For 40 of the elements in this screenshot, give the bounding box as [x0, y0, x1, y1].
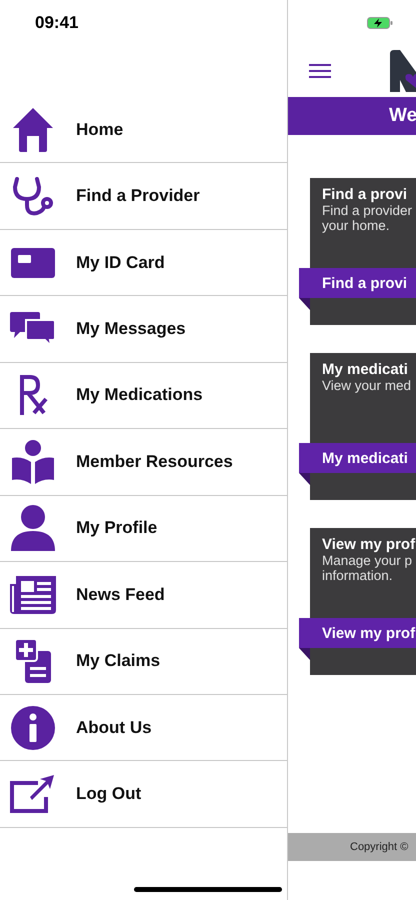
card-description: Manage your p — [322, 553, 414, 568]
ribbon-fold — [299, 473, 310, 485]
rx-icon — [18, 375, 48, 416]
stethoscope-icon — [13, 175, 53, 218]
home-icon — [13, 108, 53, 152]
card-title: Find a provi — [322, 186, 408, 203]
info-icon — [11, 706, 55, 750]
share-icon — [10, 775, 56, 814]
menu-item[interactable]: My Profile — [0, 496, 287, 562]
copyright-text: Copyright © — [350, 841, 408, 853]
card-action-button[interactable]: Find a provi — [299, 268, 416, 298]
battery-icon — [367, 16, 393, 28]
menu-item[interactable]: My Claims — [0, 628, 287, 695]
menu-item[interactable]: Find a Provider — [0, 163, 287, 230]
card-description: Find a provider — [322, 203, 414, 218]
status-time: 09:41 — [35, 12, 78, 32]
ribbon-fold — [299, 298, 310, 310]
ribbon-fold — [299, 648, 310, 660]
newspaper-icon — [10, 576, 56, 614]
menu-item[interactable]: News Feed — [0, 562, 287, 628]
person-icon — [11, 505, 55, 552]
menu-item[interactable]: My Messages — [0, 296, 287, 363]
menu-item[interactable]: My ID Card — [0, 230, 287, 296]
card-title: View my prof — [322, 536, 416, 553]
card-action-button[interactable]: View my prof — [299, 618, 416, 648]
menu-item[interactable]: Log Out — [0, 761, 287, 828]
clipboard-plus-icon — [15, 639, 51, 684]
menu-item[interactable]: My Medications — [0, 362, 287, 430]
id-card-icon — [11, 248, 55, 278]
menu-item[interactable]: Member Resources — [0, 429, 287, 496]
menu-icon[interactable] — [309, 64, 331, 78]
card-description: View your med — [322, 378, 412, 393]
card-action-button[interactable]: My medicati — [299, 443, 416, 473]
open-book-icon — [12, 440, 54, 484]
card-description: your home. — [322, 218, 391, 233]
card-description: information. — [322, 568, 394, 583]
card-title: My medicati — [322, 361, 409, 378]
menu-item[interactable]: Home — [0, 97, 287, 164]
menu-item[interactable]: About Us — [0, 694, 287, 762]
logo-icon — [390, 50, 416, 92]
